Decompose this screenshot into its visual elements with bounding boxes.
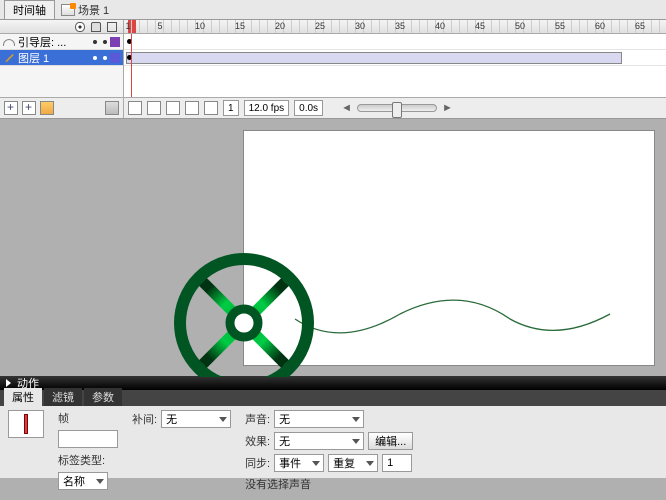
layer-name: 引导层: ... — [18, 34, 90, 50]
layer-name: 图层 1 — [18, 50, 90, 66]
label-type-select[interactable]: 名称 — [58, 472, 108, 490]
lock-icon[interactable] — [91, 22, 101, 32]
timeline-footer: 1 12.0 fps 0.0s ◄ ► — [124, 98, 666, 118]
effect-select[interactable]: 无 — [274, 432, 364, 450]
layer-header-icons — [0, 20, 124, 34]
add-layer-button[interactable] — [4, 101, 18, 115]
tab-timeline[interactable]: 时间轴 — [4, 0, 55, 20]
visibility-icon[interactable] — [75, 22, 85, 32]
fps-field[interactable]: 12.0 fps — [244, 100, 290, 116]
layer-footer — [0, 98, 124, 118]
onion-markers-button[interactable] — [204, 101, 218, 115]
outline-icon[interactable] — [107, 22, 117, 32]
repeat-count-input[interactable] — [382, 454, 412, 472]
layer-icon — [3, 52, 15, 64]
add-guide-button[interactable] — [22, 101, 36, 115]
repeat-select[interactable]: 重复 — [328, 454, 378, 472]
timeline-scroll[interactable] — [357, 104, 437, 112]
properties-panel: 帧 标签类型: 名称 补间: 无 声音: 无 效果: 无 编辑... 同步: 事… — [0, 406, 666, 478]
onion-outline-button[interactable] — [166, 101, 180, 115]
scene-crumb[interactable]: 场景 1 — [61, 2, 109, 18]
elapsed-time: 0.0s — [294, 100, 323, 116]
onion-skin-button[interactable] — [147, 101, 161, 115]
tween-label: 补间: — [132, 411, 157, 427]
tab-properties[interactable]: 属性 — [4, 388, 42, 406]
playhead-line — [131, 34, 132, 97]
property-tabs: 属性 滤镜 参数 — [0, 390, 666, 406]
scene-label: 场景 1 — [78, 2, 109, 18]
frame-label: 帧 — [58, 410, 69, 426]
tween-select[interactable]: 无 — [161, 410, 231, 428]
tab-filters[interactable]: 滤镜 — [44, 388, 82, 406]
layer-row[interactable]: 引导层: ... — [0, 34, 123, 50]
sound-label: 声音: — [245, 411, 270, 427]
sync-select[interactable]: 事件 — [274, 454, 324, 472]
center-frame-button[interactable] — [128, 101, 142, 115]
edit-multiple-button[interactable] — [185, 101, 199, 115]
layers-panel: 引导层: ...图层 1 — [0, 34, 124, 97]
layer-color[interactable] — [110, 37, 120, 47]
frames-panel[interactable] — [124, 34, 666, 97]
expand-icon — [6, 379, 11, 387]
current-frame[interactable]: 1 — [223, 100, 239, 116]
add-folder-button[interactable] — [40, 101, 54, 115]
effect-label: 效果: — [245, 433, 270, 449]
scene-icon — [61, 4, 75, 16]
sync-label: 同步: — [245, 455, 270, 471]
frame-name-input[interactable] — [58, 430, 118, 448]
tab-params[interactable]: 参数 — [84, 388, 122, 406]
canvas — [244, 131, 654, 365]
stage[interactable] — [0, 118, 666, 376]
layer-row[interactable]: 图层 1 — [0, 50, 123, 66]
no-sound-label: 没有选择声音 — [245, 476, 311, 492]
delete-layer-button[interactable] — [105, 101, 119, 115]
frame-ruler[interactable]: 1510152025303540455055606570758085909510… — [124, 20, 666, 33]
edit-effect-button[interactable]: 编辑... — [368, 432, 413, 450]
guide-layer-icon — [3, 36, 15, 48]
layer-color[interactable] — [110, 53, 120, 63]
sound-select[interactable]: 无 — [274, 410, 364, 428]
label-type-label: 标签类型: — [58, 452, 105, 468]
frame-thumb — [8, 410, 44, 438]
